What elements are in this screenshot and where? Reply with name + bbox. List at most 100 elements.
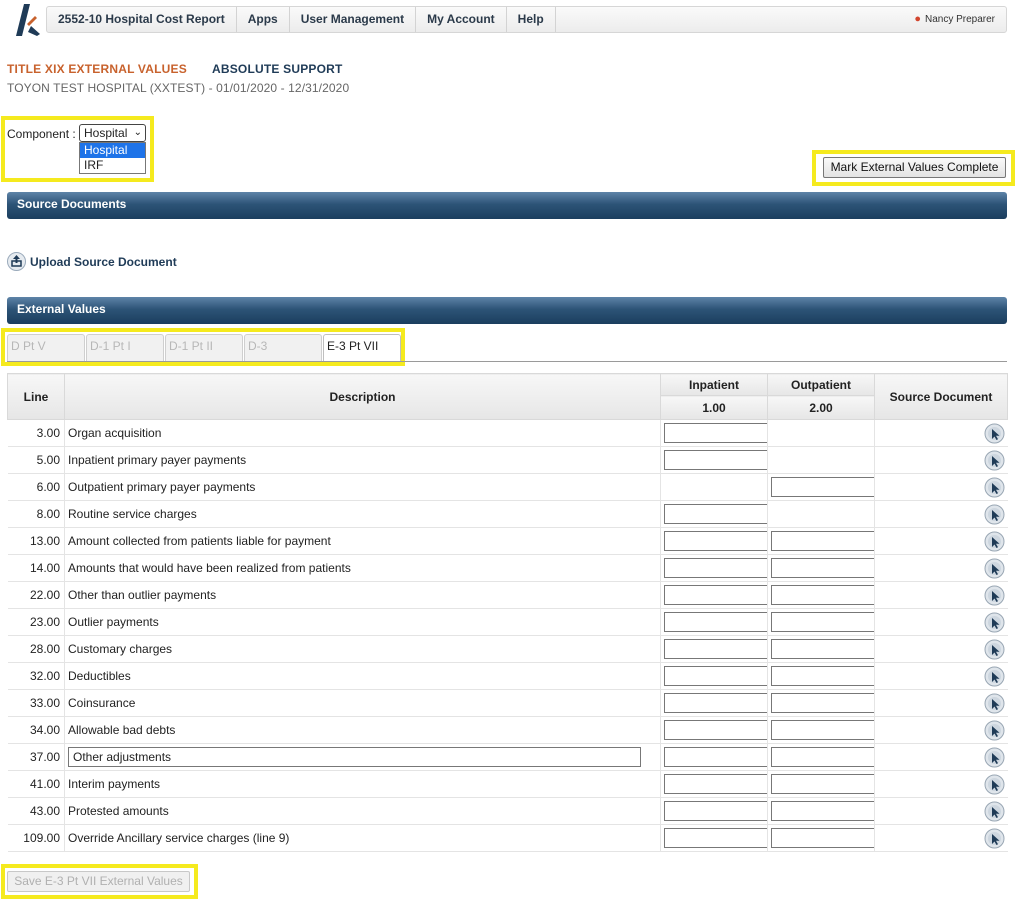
chevron-down-icon: ⌄ [133,127,142,138]
support-label: ABSOLUTE SUPPORT [212,62,343,76]
line-number: 41.00 [7,770,65,798]
select-source-document-icon[interactable] [984,747,1005,768]
outpatient-cell [767,554,875,582]
outpatient-input[interactable] [771,774,875,794]
description-cell: Allowable bad debts [64,716,661,744]
inpatient-input[interactable] [664,585,768,605]
source-document-cell [874,446,1008,474]
inpatient-cell [660,446,768,474]
select-source-document-icon[interactable] [984,531,1005,552]
inpatient-input[interactable] [664,531,768,551]
outpatient-input[interactable] [771,747,875,767]
page-title-row: TITLE XIX EXTERNAL VALUES ABSOLUTE SUPPO… [7,62,342,76]
select-source-document-icon[interactable] [984,666,1005,687]
line-number: 34.00 [7,716,65,744]
app-logo[interactable] [7,2,43,38]
tab-d-3[interactable]: D-3 [244,334,322,361]
inpatient-input[interactable] [664,666,768,686]
source-document-cell [874,797,1008,825]
line-number: 23.00 [7,608,65,636]
inpatient-input[interactable] [664,423,768,443]
inpatient-cell [660,824,768,852]
inpatient-input[interactable] [664,720,768,740]
inpatient-input[interactable] [664,612,768,632]
table-row: 34.00 Allowable bad debts [7,716,1008,744]
outpatient-input[interactable] [771,639,875,659]
inpatient-input[interactable] [664,693,768,713]
description-input[interactable]: Other adjustments [68,747,641,767]
inpatient-input[interactable] [664,558,768,578]
select-source-document-icon[interactable] [984,693,1005,714]
source-document-cell [874,419,1008,447]
source-document-cell [874,581,1008,609]
outpatient-input[interactable] [771,801,875,821]
section-source-documents[interactable]: Source Documents [7,192,1007,219]
inpatient-input[interactable] [664,828,768,848]
tab-e-3-pt-vii[interactable]: E-3 Pt VII [323,334,401,361]
select-source-document-icon[interactable] [984,504,1005,525]
section-external-values[interactable]: External Values [7,297,1007,324]
status-dot-icon: ● [914,13,921,25]
select-source-document-icon[interactable] [984,450,1005,471]
outpatient-cell [767,500,875,528]
component-select[interactable]: Hospital ⌄ [79,124,146,142]
tab-d-1-pt-i[interactable]: D-1 Pt I [86,334,164,361]
nav-item-2552-10-hospital-cost-report[interactable]: 2552-10 Hospital Cost Report [47,7,237,32]
mark-complete-button[interactable]: Mark External Values Complete [823,157,1006,178]
component-selected-value: Hospital [84,126,128,140]
select-source-document-icon[interactable] [984,828,1005,849]
header-source-document: Source Document [874,373,1008,420]
outpatient-input[interactable] [771,666,875,686]
tab-d-pt-v[interactable]: D Pt V [7,334,85,361]
outpatient-cell [767,662,875,690]
outpatient-cell [767,797,875,825]
inpatient-input[interactable] [664,747,768,767]
inpatient-cell [660,716,768,744]
inpatient-cell [660,419,768,447]
source-document-cell [874,500,1008,528]
nav-item-user-management[interactable]: User Management [290,7,417,32]
select-source-document-icon[interactable] [984,801,1005,822]
user-indicator[interactable]: ● Nancy Preparer [914,7,995,32]
select-source-document-icon[interactable] [984,774,1005,795]
inpatient-input[interactable] [664,774,768,794]
outpatient-cell [767,527,875,555]
select-source-document-icon[interactable] [984,558,1005,579]
upload-source-document[interactable]: Upload Source Document [7,252,177,271]
outpatient-input[interactable] [771,720,875,740]
inpatient-input[interactable] [664,801,768,821]
select-source-document-icon[interactable] [984,720,1005,741]
table-row: 43.00 Protested amounts [7,797,1008,825]
outpatient-input[interactable] [771,612,875,632]
component-option-irf[interactable]: IRF [80,158,145,173]
component-option-hospital[interactable]: Hospital [80,143,145,158]
line-number: 43.00 [7,797,65,825]
outpatient-input[interactable] [771,693,875,713]
inpatient-input[interactable] [664,450,768,470]
inpatient-input[interactable] [664,504,768,524]
description-cell: Interim payments [64,770,661,798]
select-source-document-icon[interactable] [984,612,1005,633]
select-source-document-icon[interactable] [984,585,1005,606]
outpatient-input[interactable] [771,477,875,497]
description-cell: Deductibles [64,662,661,690]
outpatient-input[interactable] [771,531,875,551]
select-source-document-icon[interactable] [984,423,1005,444]
select-source-document-icon[interactable] [984,477,1005,498]
outpatient-input[interactable] [771,828,875,848]
save-external-values-button[interactable]: Save E-3 Pt VII External Values [7,871,190,892]
table-row: 22.00 Other than outlier payments [7,581,1008,609]
table-row: 8.00 Routine service charges [7,500,1008,528]
source-document-cell [874,824,1008,852]
select-source-document-icon[interactable] [984,639,1005,660]
tab-divider [7,361,1007,362]
nav-item-apps[interactable]: Apps [237,7,290,32]
nav-item-my-account[interactable]: My Account [416,7,507,32]
inpatient-input[interactable] [664,639,768,659]
outpatient-input[interactable] [771,558,875,578]
outpatient-cell [767,473,875,501]
nav-item-help[interactable]: Help [507,7,556,32]
inpatient-cell [660,473,768,501]
tab-d-1-pt-ii[interactable]: D-1 Pt II [165,334,243,361]
outpatient-input[interactable] [771,585,875,605]
